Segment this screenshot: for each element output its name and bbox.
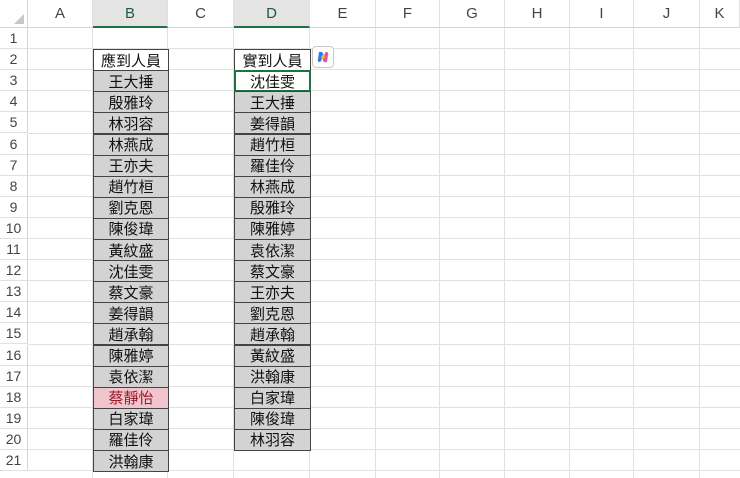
actual-attendee-cell[interactable]: 袁依潔	[234, 239, 311, 262]
expected-attendee-cell[interactable]: 蔡靜怡	[93, 386, 169, 409]
expected-attendee-cell[interactable]: 黃紋盛	[93, 239, 169, 262]
expected-attendee-cell[interactable]: 殷雅玲	[93, 91, 169, 114]
actual-attendee-cell[interactable]: 黃紋盛	[234, 344, 311, 367]
actual-attendee-cell[interactable]: 羅佳伶	[234, 154, 311, 177]
spreadsheet: ABCDEFGHIJK 1 2 3 4 5 6 7 8 9 10 11 12 13 14 15 16 17 18 1…	[0, 0, 740, 478]
grid-column-line	[633, 28, 634, 478]
expected-attendee-cell[interactable]: 姜得韻	[93, 302, 169, 325]
expected-attendee-cell[interactable]: 洪翰康	[93, 450, 169, 473]
row-header-17[interactable]: 17	[0, 365, 28, 387]
actual-attendee-cell[interactable]: 林羽容	[234, 428, 311, 451]
actual-attendee-cell[interactable]: 蔡文豪	[234, 260, 311, 283]
expected-attendee-cell[interactable]: 王大捶	[93, 70, 169, 93]
row-header-20[interactable]: 20	[0, 428, 28, 450]
actual-attendee-cell[interactable]: 王大捶	[234, 91, 311, 114]
column-header-e[interactable]: E	[310, 0, 376, 28]
row-header-3[interactable]: 3	[0, 70, 28, 92]
copilot-glyph	[317, 51, 329, 63]
expected-attendee-cell[interactable]: 袁依潔	[93, 365, 169, 388]
row-header-21[interactable]: 21	[0, 450, 28, 472]
actual-attendee-cell[interactable]: 陳雅婷	[234, 217, 311, 240]
expected-attendees-header[interactable]: 應到人員	[93, 49, 169, 72]
actual-attendee-cell[interactable]: 殷雅玲	[234, 196, 311, 219]
column-header-i[interactable]: I	[570, 0, 634, 28]
expected-attendee-cell[interactable]: 劉克恩	[93, 196, 169, 219]
row-header-9[interactable]: 9	[0, 196, 28, 218]
actual-attendee-cell[interactable]: 陳俊瑋	[234, 407, 311, 430]
column-header-d[interactable]: D	[234, 0, 310, 28]
column-header-h[interactable]: H	[505, 0, 570, 28]
row-header-12[interactable]: 12	[0, 260, 28, 282]
row-header-14[interactable]: 14	[0, 302, 28, 324]
actual-attendee-cell[interactable]: 劉克恩	[234, 302, 311, 325]
expected-attendee-cell[interactable]: 林燕成	[93, 133, 169, 156]
column-header-a[interactable]: A	[28, 0, 93, 28]
expected-attendee-cell[interactable]: 林羽容	[93, 112, 169, 135]
actual-attendee-cell[interactable]: 趙竹桓	[234, 133, 311, 156]
active-cell[interactable]: 沈佳雯	[234, 70, 311, 93]
grid-column-line	[439, 28, 440, 478]
row-header-18[interactable]: 18	[0, 386, 28, 408]
actual-attendees-header[interactable]: 實到人員	[234, 49, 311, 72]
actual-attendee-cell[interactable]: 姜得韻	[234, 112, 311, 135]
row-header-7[interactable]: 7	[0, 154, 28, 176]
expected-attendee-cell[interactable]: 沈佳雯	[93, 260, 169, 283]
row-header-11[interactable]: 11	[0, 239, 28, 261]
grid-column-line	[375, 28, 376, 478]
grid-column-line	[504, 28, 505, 478]
select-all-corner[interactable]	[0, 0, 28, 28]
column-header-j[interactable]: J	[634, 0, 700, 28]
expected-attendee-cell[interactable]: 白家瑋	[93, 407, 169, 430]
grid-column-line	[699, 28, 700, 478]
expected-attendee-cell[interactable]: 陳雅婷	[93, 344, 169, 367]
row-header-16[interactable]: 16	[0, 344, 28, 366]
expected-attendee-cell[interactable]: 王亦夫	[93, 154, 169, 177]
row-header-5[interactable]: 5	[0, 112, 28, 134]
column-header-g[interactable]: G	[440, 0, 505, 28]
row-header-8[interactable]: 8	[0, 175, 28, 197]
column-header-k[interactable]: K	[700, 0, 740, 28]
actual-attendee-cell[interactable]: 趙承翰	[234, 323, 311, 346]
row-header-2[interactable]: 2	[0, 49, 28, 71]
row-header-6[interactable]: 6	[0, 133, 28, 155]
row-header-13[interactable]: 13	[0, 281, 28, 303]
expected-attendee-cell[interactable]: 趙竹桓	[93, 175, 169, 198]
actual-attendee-cell[interactable]: 白家瑋	[234, 386, 311, 409]
row-header-1[interactable]: 1	[0, 28, 28, 50]
row-header-15[interactable]: 15	[0, 323, 28, 345]
expected-attendee-cell[interactable]: 趙承翰	[93, 323, 169, 346]
row-header-10[interactable]: 10	[0, 217, 28, 239]
expected-attendee-cell[interactable]: 陳俊瑋	[93, 217, 169, 240]
column-header-c[interactable]: C	[168, 0, 234, 28]
actual-attendee-cell[interactable]: 洪翰康	[234, 365, 311, 388]
copilot-icon[interactable]	[312, 46, 334, 68]
column-header-b[interactable]: B	[93, 0, 168, 28]
expected-attendee-cell[interactable]: 蔡文豪	[93, 281, 169, 304]
grid-column-line	[569, 28, 570, 478]
actual-attendee-cell[interactable]: 王亦夫	[234, 281, 311, 304]
column-header-f[interactable]: F	[376, 0, 440, 28]
actual-attendee-cell[interactable]: 林燕成	[234, 175, 311, 198]
row-header-4[interactable]: 4	[0, 91, 28, 113]
expected-attendee-cell[interactable]: 羅佳伶	[93, 428, 169, 451]
row-header-19[interactable]: 19	[0, 407, 28, 429]
